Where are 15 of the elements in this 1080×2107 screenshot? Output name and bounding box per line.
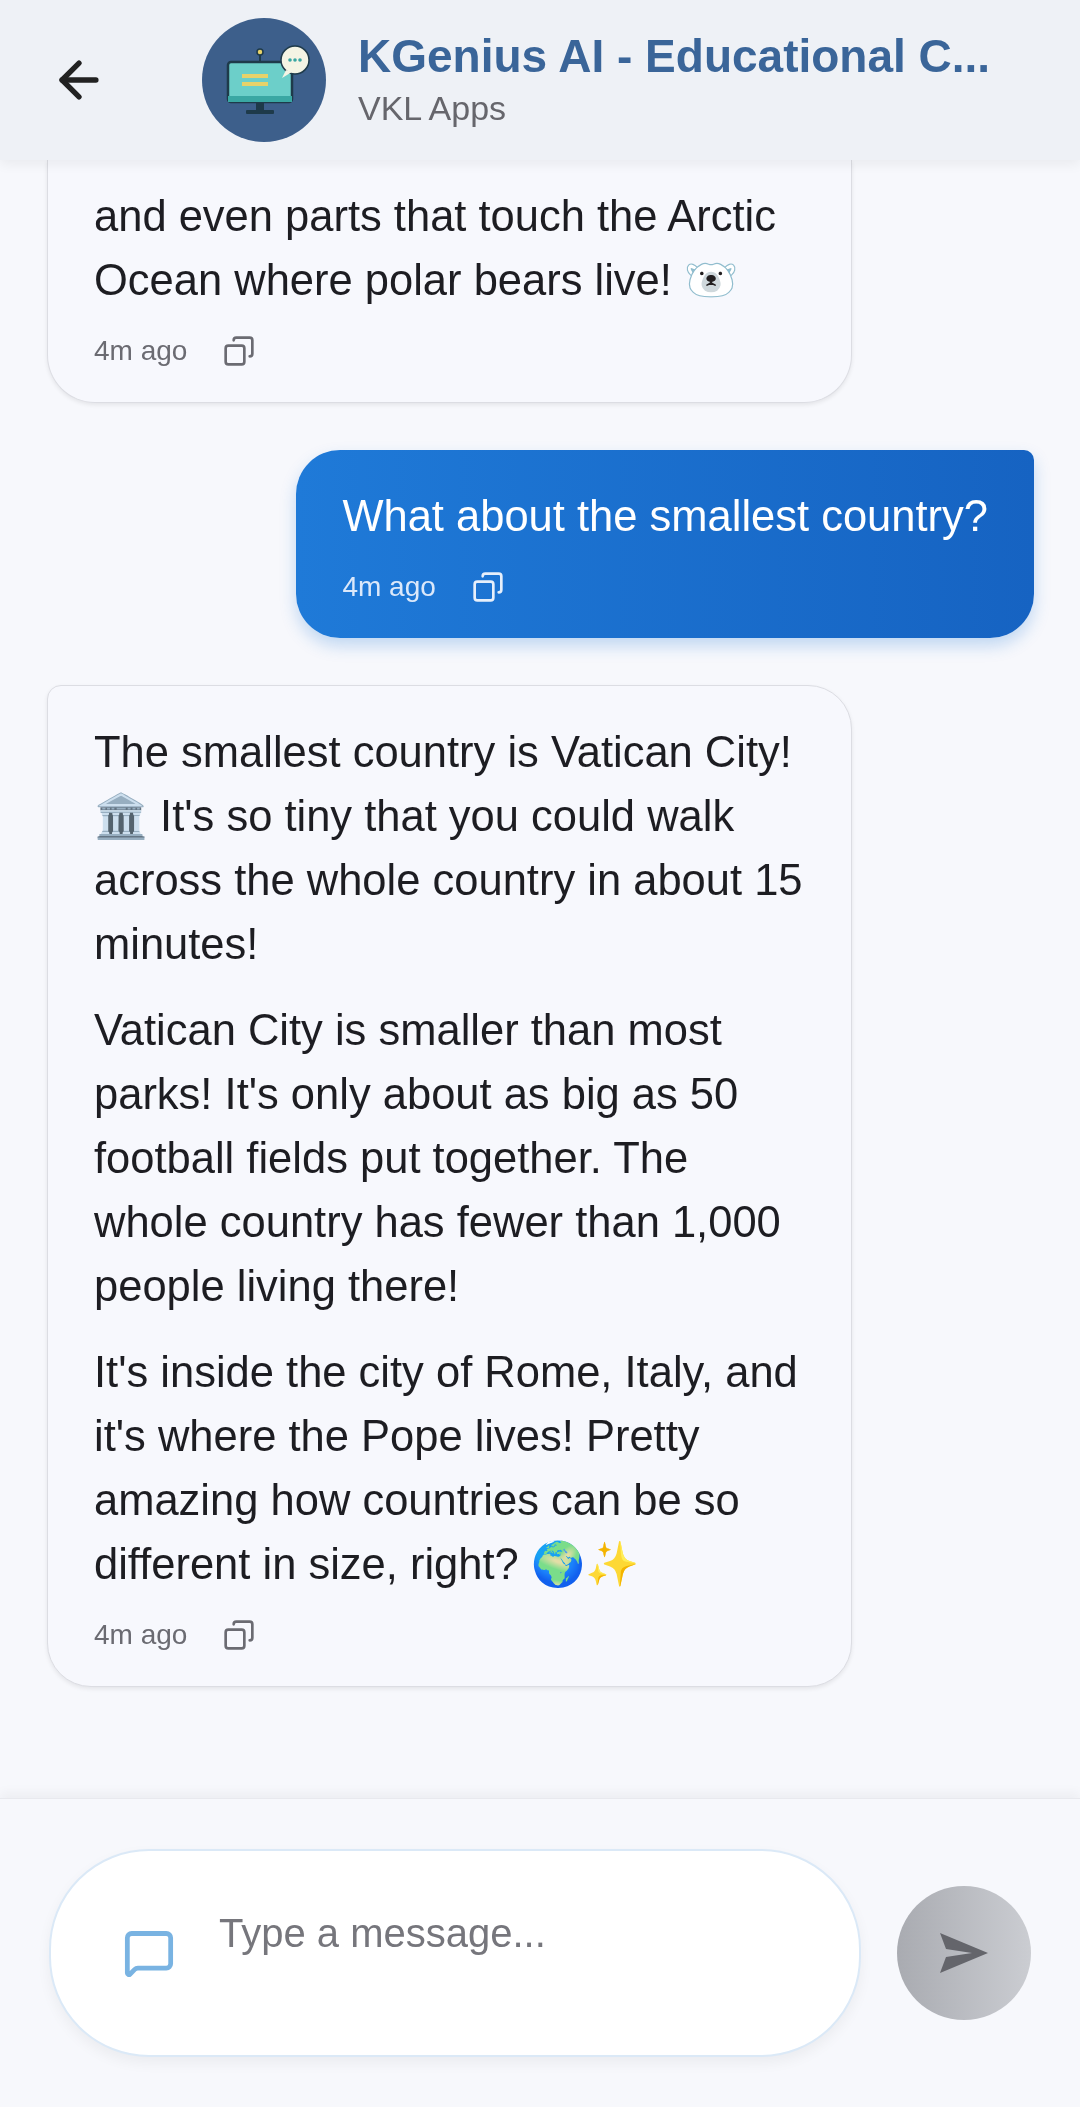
copy-icon[interactable] <box>471 571 504 603</box>
timestamp: 4m ago <box>94 334 188 368</box>
message-input-field[interactable]: Type a message... <box>219 1903 820 1963</box>
monitor-chat-icon <box>202 18 326 142</box>
message-text: What about the smallest country? <box>342 491 988 542</box>
copy-icon[interactable] <box>223 335 256 367</box>
copy-icon[interactable] <box>223 1619 256 1651</box>
message-text: The smallest country is Vatican City! 🏛 It's so tiny that you could walk across the whole country in about 15 minutes! <box>94 727 804 970</box>
timestamp: 4m ago <box>94 1618 188 1652</box>
message-text: It's inside the city of Rome, Italy, and it's where the Pope lives! Pretty amazing how countries can be so different in size, right? 🌍✨ <box>94 1347 799 1590</box>
message-text: Vatican City is smaller than most parks! It's only about as big as 50 football fields put together. The whole country has fewer than 1,000 people living there! <box>94 1005 782 1312</box>
app-title: KGenius AI - Educational C... <box>358 29 991 84</box>
timestamp: 4m ago <box>342 570 436 604</box>
app-subtitle: VKL Apps <box>358 88 508 129</box>
message-text: and even parts that touch the Arctic Ocean where polar bears live! 🐻‍❄ <box>94 191 777 306</box>
